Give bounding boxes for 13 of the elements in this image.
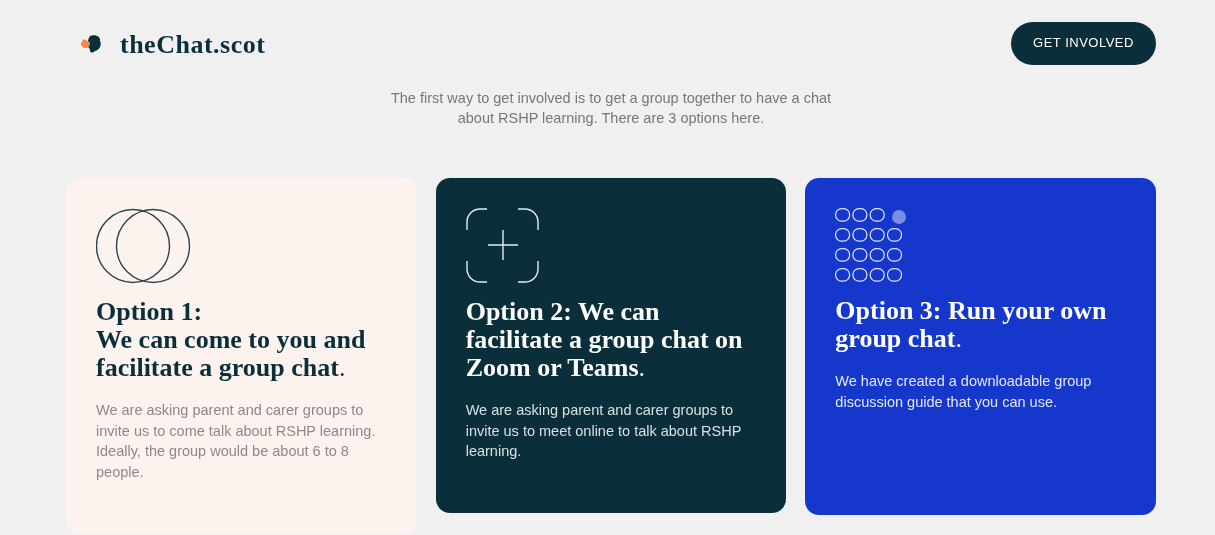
option-description: We are asking parent and carer groups to invite us to meet online to talk about RSHP learning. — [465, 401, 743, 461]
crosshair-frame-icon — [465, 208, 540, 284]
logo-icon — [80, 34, 102, 54]
option-title: Option 1: We can come to you and facilitate a group chat. — [96, 298, 367, 382]
option-description: We have created a downloadable group discussion guide that you can use. — [835, 372, 1093, 412]
site-logo-text[interactable]: theChat.scot — [120, 24, 266, 64]
intro-paragraph: The first way to get involved is to get a group together to have a chat about RSHP learning. There are 3 options here. — [389, 89, 833, 128]
option-description: We are asking parent and carer groups to invite us to come talk about RSHP learning. Ideally, the group would be about 6 to 8 people. — [96, 401, 377, 482]
option-title: Option 3: Run your own group chat. — [835, 297, 1108, 353]
dot-grid-icon — [835, 208, 908, 283]
get-involved-button[interactable]: GET INVOLVED — [1011, 21, 1156, 65]
option-title: Option 2: We can facilitate a group chat on Zoom or Teams. — [465, 298, 744, 382]
overlapping-circles-icon — [96, 208, 192, 284]
